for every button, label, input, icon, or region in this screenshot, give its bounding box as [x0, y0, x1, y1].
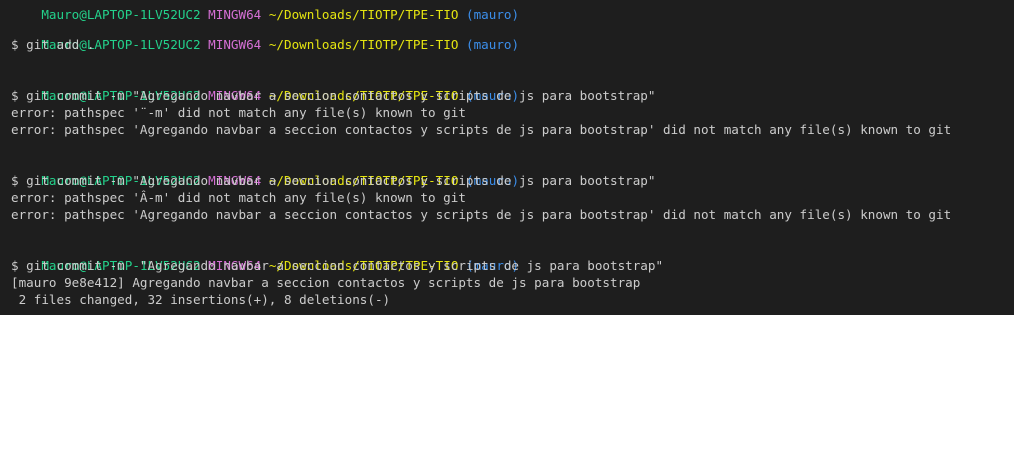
prompt-path: ~/Downloads/TIOTP/TPE-TIO	[268, 37, 459, 52]
output-line: error: pathspec 'Agregando navbar a secc…	[11, 207, 952, 222]
terminal-output[interactable]: Mauro@LAPTOP-1LV52UC2 MINGW64 ~/Download…	[0, 0, 1014, 315]
prompt-line-partial: Mauro@LAPTOP-1LV52UC2 MINGW64 ~/Download…	[11, 0, 519, 22]
prompt-line: Mauro@LAPTOP-1LV52UC2 MINGW64 ~/Download…	[11, 240, 519, 273]
prompt-env: MINGW64	[208, 37, 262, 52]
output-line: [mauro 9e8e412] Agregando navbar a secci…	[11, 275, 641, 290]
output-line: error: pathspec 'Â-m' did not match any …	[11, 190, 466, 205]
command-line: $ git add .	[11, 37, 95, 52]
prompt-line: Mauro@LAPTOP-1LV52UC2 MINGW64 ~/Download…	[11, 70, 519, 103]
command-line: $ git commit -m "Agregando navbar a secc…	[11, 173, 656, 188]
output-line: error: pathspec 'Agregando navbar a secc…	[11, 122, 952, 137]
output-line: error: pathspec '¨-m' did not match any …	[11, 105, 466, 120]
command-line: $ git commit -m "Agregando navbar a secc…	[11, 88, 656, 103]
prompt-branch: (mauro)	[466, 37, 520, 52]
output-line: 2 files changed, 32 insertions(+), 8 del…	[11, 292, 391, 307]
prompt-line: Mauro@LAPTOP-1LV52UC2 MINGW64 ~/Download…	[11, 155, 519, 188]
prompt-line: Mauro@LAPTOP-1LV52UC2 MINGW64 ~/Download…	[11, 19, 519, 52]
command-line: $ git commit -m "Agregando navbar a secc…	[11, 258, 664, 273]
